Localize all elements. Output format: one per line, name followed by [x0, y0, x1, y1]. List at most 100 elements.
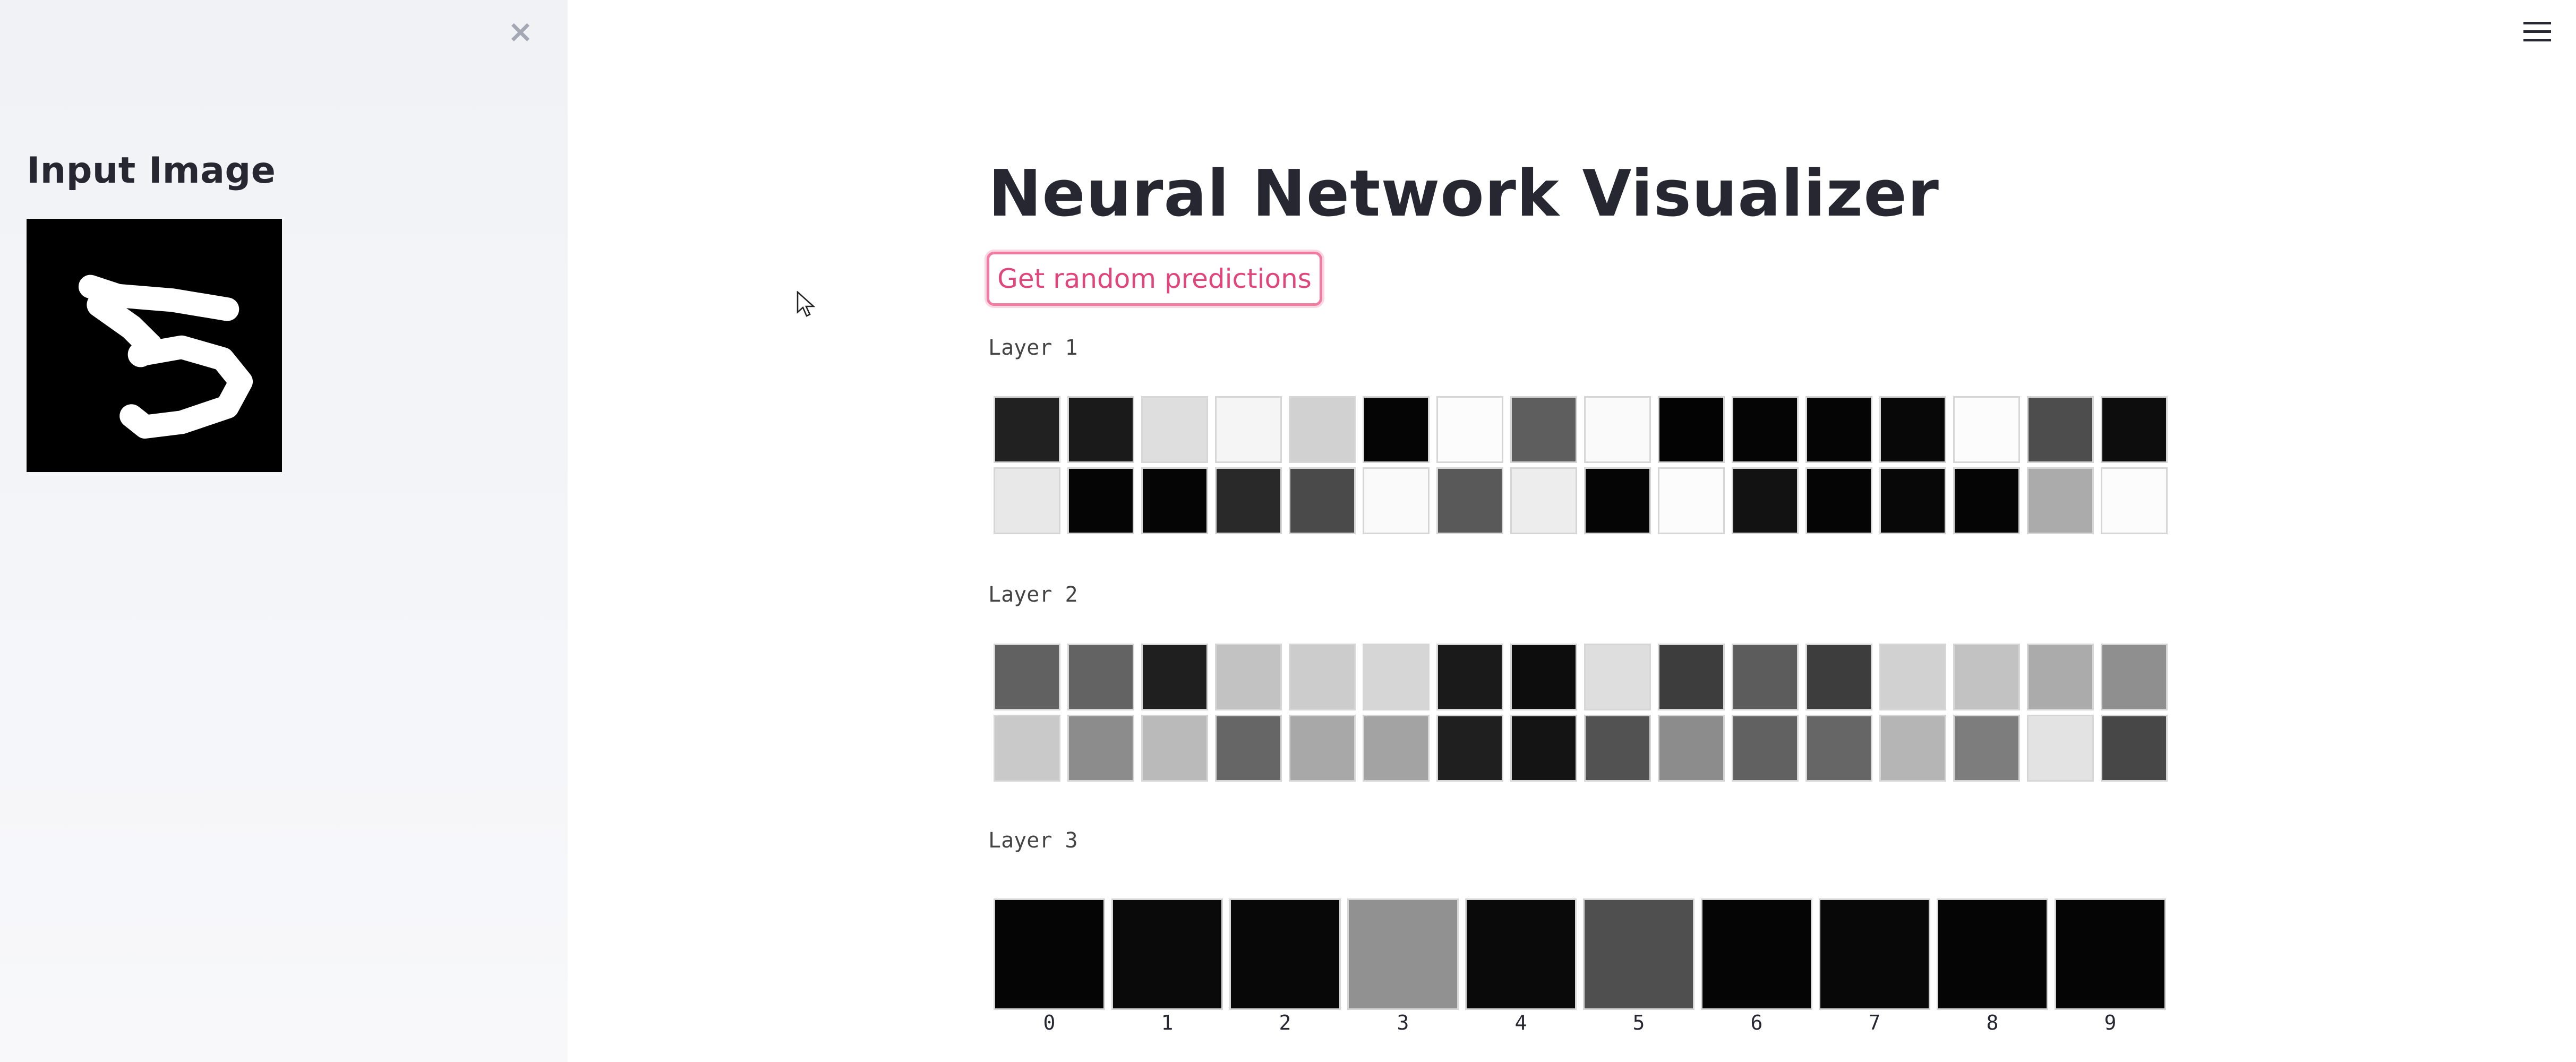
neuron-cell [1658, 715, 1725, 782]
neuron-cell [1584, 467, 1651, 534]
neuron-cell [1658, 644, 1725, 710]
neuron-cell [2027, 396, 2094, 463]
neuron-cell [2027, 644, 2094, 710]
output-neuron-cell [994, 898, 1105, 1010]
output-neuron: 6 [1701, 898, 1812, 1034]
neuron-cell [1067, 396, 1134, 463]
neuron-cell [1879, 644, 1946, 710]
neuron-cell [1436, 396, 1503, 463]
neuron-cell [1289, 467, 1356, 534]
output-neuron-cell [1111, 898, 1223, 1010]
neuron-cell [1879, 467, 1946, 534]
neuron-cell [1658, 396, 1725, 463]
neuron-cell [1436, 644, 1503, 710]
input-digit-image [27, 219, 282, 472]
neuron-cell [1215, 467, 1282, 534]
layer-2-label: Layer 2 [988, 583, 1078, 607]
neuron-cell [1363, 644, 1430, 710]
neuron-cell [1067, 467, 1134, 534]
neuron-cell [994, 467, 1060, 534]
output-neuron: 7 [1819, 898, 1930, 1034]
output-neuron: 2 [1229, 898, 1341, 1034]
output-layer-grid: 0 1 2 3 4 5 6 7 8 9 [994, 898, 2166, 1034]
output-neuron: 0 [994, 898, 1105, 1034]
neuron-cell [1732, 396, 1799, 463]
output-neuron-label: 9 [2104, 1011, 2117, 1034]
neuron-cell [2101, 396, 2168, 463]
neuron-cell [1805, 644, 1872, 710]
neuron-cell [1584, 644, 1651, 710]
mouse-cursor-icon [797, 291, 816, 317]
neuron-cell [2101, 715, 2168, 782]
neuron-cell [1732, 467, 1799, 534]
output-neuron-cell [1229, 898, 1341, 1010]
neuron-cell [1141, 644, 1208, 710]
output-neuron-label: 3 [1397, 1011, 1409, 1034]
output-neuron: 5 [1583, 898, 1694, 1034]
neuron-cell [1805, 396, 1872, 463]
layer-1-label: Layer 1 [988, 336, 1078, 360]
neuron-cell [1953, 467, 2020, 534]
neuron-cell [994, 715, 1060, 782]
neuron-cell [2101, 467, 2168, 534]
layer-2-activation-grid [994, 644, 2168, 782]
hamburger-menu-icon[interactable] [2521, 16, 2553, 48]
neuron-cell [1510, 467, 1577, 534]
close-icon[interactable]: × [505, 16, 536, 47]
neuron-cell [2027, 467, 2094, 534]
neuron-cell [2027, 715, 2094, 782]
output-neuron: 9 [2055, 898, 2166, 1034]
output-neuron-label: 1 [1161, 1011, 1174, 1034]
neuron-cell [1732, 715, 1799, 782]
neuron-cell [1363, 715, 1430, 782]
neuron-cell [1584, 396, 1651, 463]
output-neuron: 8 [1937, 898, 2048, 1034]
neuron-cell [1067, 715, 1134, 782]
neuron-cell [2101, 644, 2168, 710]
neuron-cell [1584, 715, 1651, 782]
neuron-cell [1215, 715, 1282, 782]
neuron-cell [1215, 644, 1282, 710]
neuron-cell [1732, 644, 1799, 710]
neuron-cell [1141, 467, 1208, 534]
neuron-cell [994, 644, 1060, 710]
output-neuron-label: 4 [1514, 1011, 1527, 1034]
neuron-cell [1363, 396, 1430, 463]
sidebar-title: Input Image [27, 150, 276, 192]
neuron-cell [1289, 644, 1356, 710]
neuron-cell [1879, 715, 1946, 782]
neuron-cell [1510, 644, 1577, 710]
output-neuron: 3 [1347, 898, 1459, 1034]
neuron-cell [1658, 467, 1725, 534]
neuron-cell [1805, 715, 1872, 782]
neuron-cell [1215, 396, 1282, 463]
output-neuron-cell [1819, 898, 1930, 1010]
output-neuron-cell [1583, 898, 1694, 1010]
neuron-cell [1141, 715, 1208, 782]
layer-3-label: Layer 3 [988, 828, 1078, 853]
neuron-cell [1510, 715, 1577, 782]
output-neuron-label: 6 [1750, 1011, 1763, 1034]
neuron-cell [1879, 396, 1946, 463]
output-neuron-cell [1701, 898, 1812, 1010]
sidebar: × Input Image [0, 0, 568, 1062]
output-neuron-label: 2 [1279, 1011, 1291, 1034]
page-title: Neural Network Visualizer [988, 157, 1939, 231]
neuron-cell [1953, 644, 2020, 710]
output-neuron: 4 [1465, 898, 1577, 1034]
output-neuron: 1 [1111, 898, 1223, 1034]
neuron-cell [1953, 396, 2020, 463]
neuron-cell [1805, 467, 1872, 534]
neuron-cell [1436, 467, 1503, 534]
neuron-cell [1953, 715, 2020, 782]
layer-1-activation-grid [994, 396, 2168, 534]
output-neuron-label: 0 [1043, 1011, 1056, 1034]
neuron-cell [1363, 467, 1430, 534]
get-random-predictions-button[interactable]: Get random predictions [987, 252, 1322, 306]
neuron-cell [1436, 715, 1503, 782]
output-neuron-cell [1347, 898, 1459, 1010]
output-neuron-label: 5 [1632, 1011, 1645, 1034]
output-neuron-cell [1465, 898, 1577, 1010]
neuron-cell [1067, 644, 1134, 710]
neuron-cell [994, 396, 1060, 463]
